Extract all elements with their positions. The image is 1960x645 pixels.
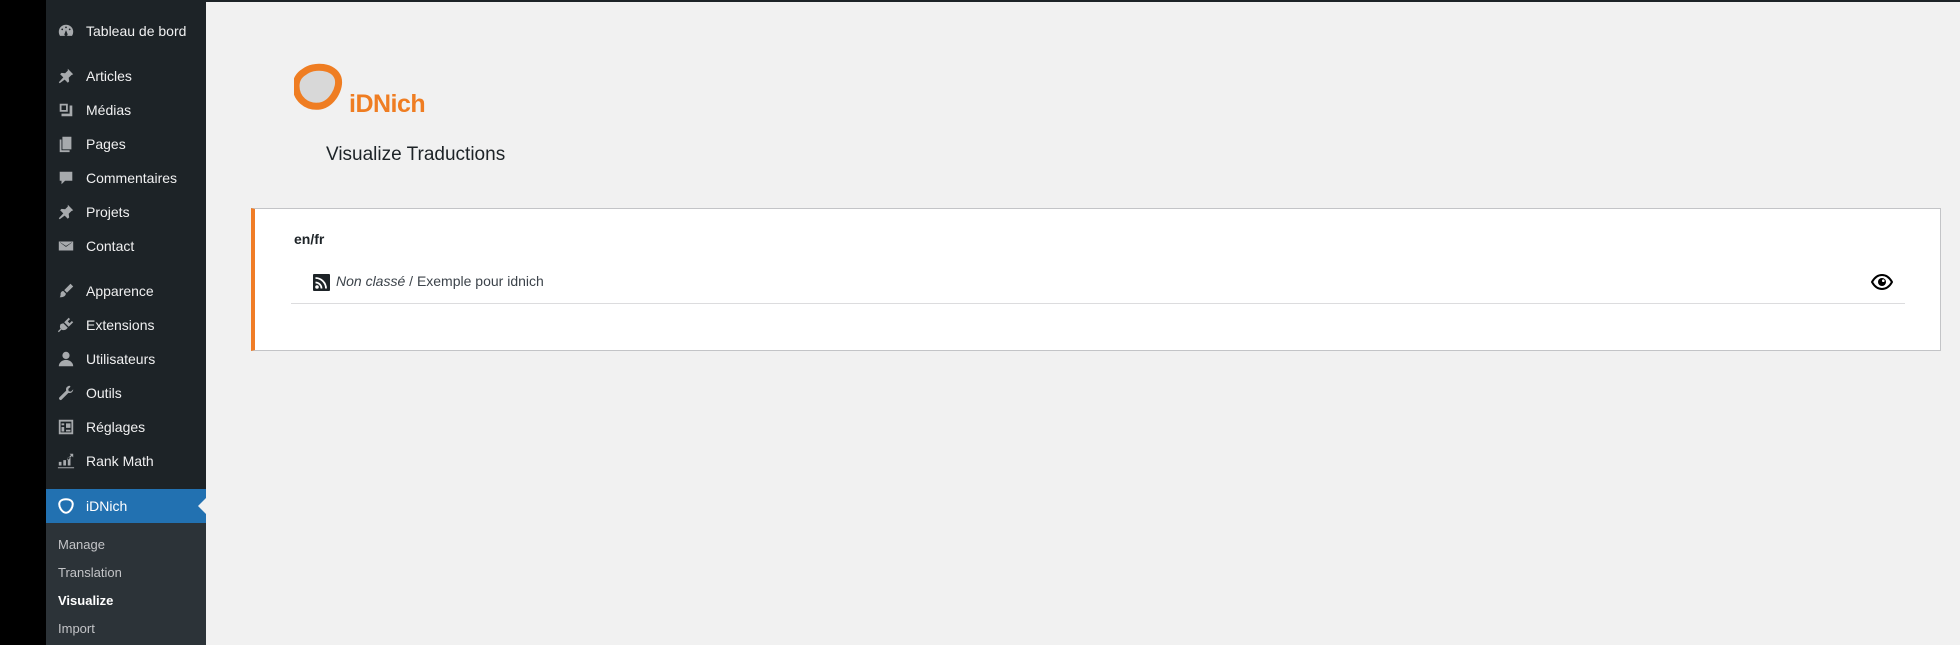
list-item: Non classé / Exemple pour idnich: [291, 261, 1905, 304]
logo-text: iDNich: [349, 90, 426, 118]
submenu-item-translation[interactable]: Translation: [58, 565, 122, 580]
sidebar-item-projets[interactable]: Projets: [46, 195, 206, 229]
idnich-logo: iDNich: [292, 62, 434, 128]
sidebar-item-label: Extensions: [86, 317, 155, 333]
rss-icon: [313, 274, 330, 291]
sidebar-item-contact[interactable]: Contact: [46, 229, 206, 263]
user-icon: [56, 349, 76, 369]
sidebar-item-utilisateurs[interactable]: Utilisateurs: [46, 342, 206, 376]
sidebar-item-reglages[interactable]: Réglages: [46, 410, 206, 444]
plugin-icon: [56, 315, 76, 335]
submenu-item-manage[interactable]: Manage: [58, 537, 105, 552]
sidebar-item-label: Articles: [86, 68, 132, 84]
sidebar-item-label: Contact: [86, 238, 135, 254]
idnich-submenu: Manage Translation Visualize Import: [46, 523, 206, 645]
language-pair: en/fr: [294, 231, 325, 247]
sidebar-item-dashboard[interactable]: Tableau de bord: [46, 14, 206, 48]
admin-top-bar: [0, 0, 1960, 2]
path-separator: /: [405, 273, 417, 289]
sidebar-item-extensions[interactable]: Extensions: [46, 308, 206, 342]
sidebar-item-label: Rank Math: [86, 453, 154, 469]
page-title: Visualize Traductions: [326, 144, 506, 165]
sidebar-item-label: Commentaires: [86, 170, 178, 186]
comment-icon: [56, 168, 76, 188]
idnich-icon: [56, 496, 76, 516]
media-icon: [56, 100, 76, 120]
admin-sidebar: Tableau de bord Articles Médias Pages Co…: [46, 0, 206, 645]
wrench-icon: [56, 383, 76, 403]
submenu-item-import[interactable]: Import: [58, 621, 95, 636]
sidebar-item-label: Tableau de bord: [86, 23, 187, 39]
sidebar-item-label: Apparence: [86, 283, 154, 299]
sidebar-item-label: Médias: [86, 102, 132, 118]
submenu-item-visualize[interactable]: Visualize: [58, 593, 113, 608]
sidebar-item-label: Utilisateurs: [86, 351, 156, 367]
sidebar-item-label: Pages: [86, 136, 126, 152]
translation-card: en/fr Non classé / Exemple pour idnich: [251, 208, 1941, 351]
post-path: Non classé / Exemple pour idnich: [336, 273, 544, 289]
mail-icon: [56, 236, 76, 256]
left-black-strip: [0, 0, 46, 645]
brush-icon: [56, 281, 76, 301]
pin-icon: [56, 202, 76, 222]
sidebar-item-idnich[interactable]: iDNich: [46, 489, 206, 523]
sidebar-item-outils[interactable]: Outils: [46, 376, 206, 410]
pin-icon: [56, 66, 76, 86]
sidebar-item-articles[interactable]: Articles: [46, 59, 206, 93]
sidebar-item-label: iDNich: [86, 498, 128, 514]
sidebar-item-apparence[interactable]: Apparence: [46, 274, 206, 308]
sidebar-item-medias[interactable]: Médias: [46, 93, 206, 127]
sidebar-item-pages[interactable]: Pages: [46, 127, 206, 161]
dashboard-icon: [56, 21, 76, 41]
sidebar-item-commentaires[interactable]: Commentaires: [46, 161, 206, 195]
eye-icon[interactable]: [1871, 272, 1893, 292]
post-category[interactable]: Non classé: [336, 273, 405, 289]
chart-icon: [56, 451, 76, 471]
pages-icon: [56, 134, 76, 154]
sidebar-item-rank-math[interactable]: Rank Math: [46, 444, 206, 478]
sidebar-item-label: Projets: [86, 204, 130, 220]
sidebar-item-label: Réglages: [86, 419, 146, 435]
post-title[interactable]: Exemple pour idnich: [417, 273, 544, 289]
idnich-logo-mark: [292, 63, 343, 110]
sidebar-item-label: Outils: [86, 385, 122, 401]
active-menu-arrow: [198, 498, 206, 514]
settings-icon: [56, 417, 76, 437]
